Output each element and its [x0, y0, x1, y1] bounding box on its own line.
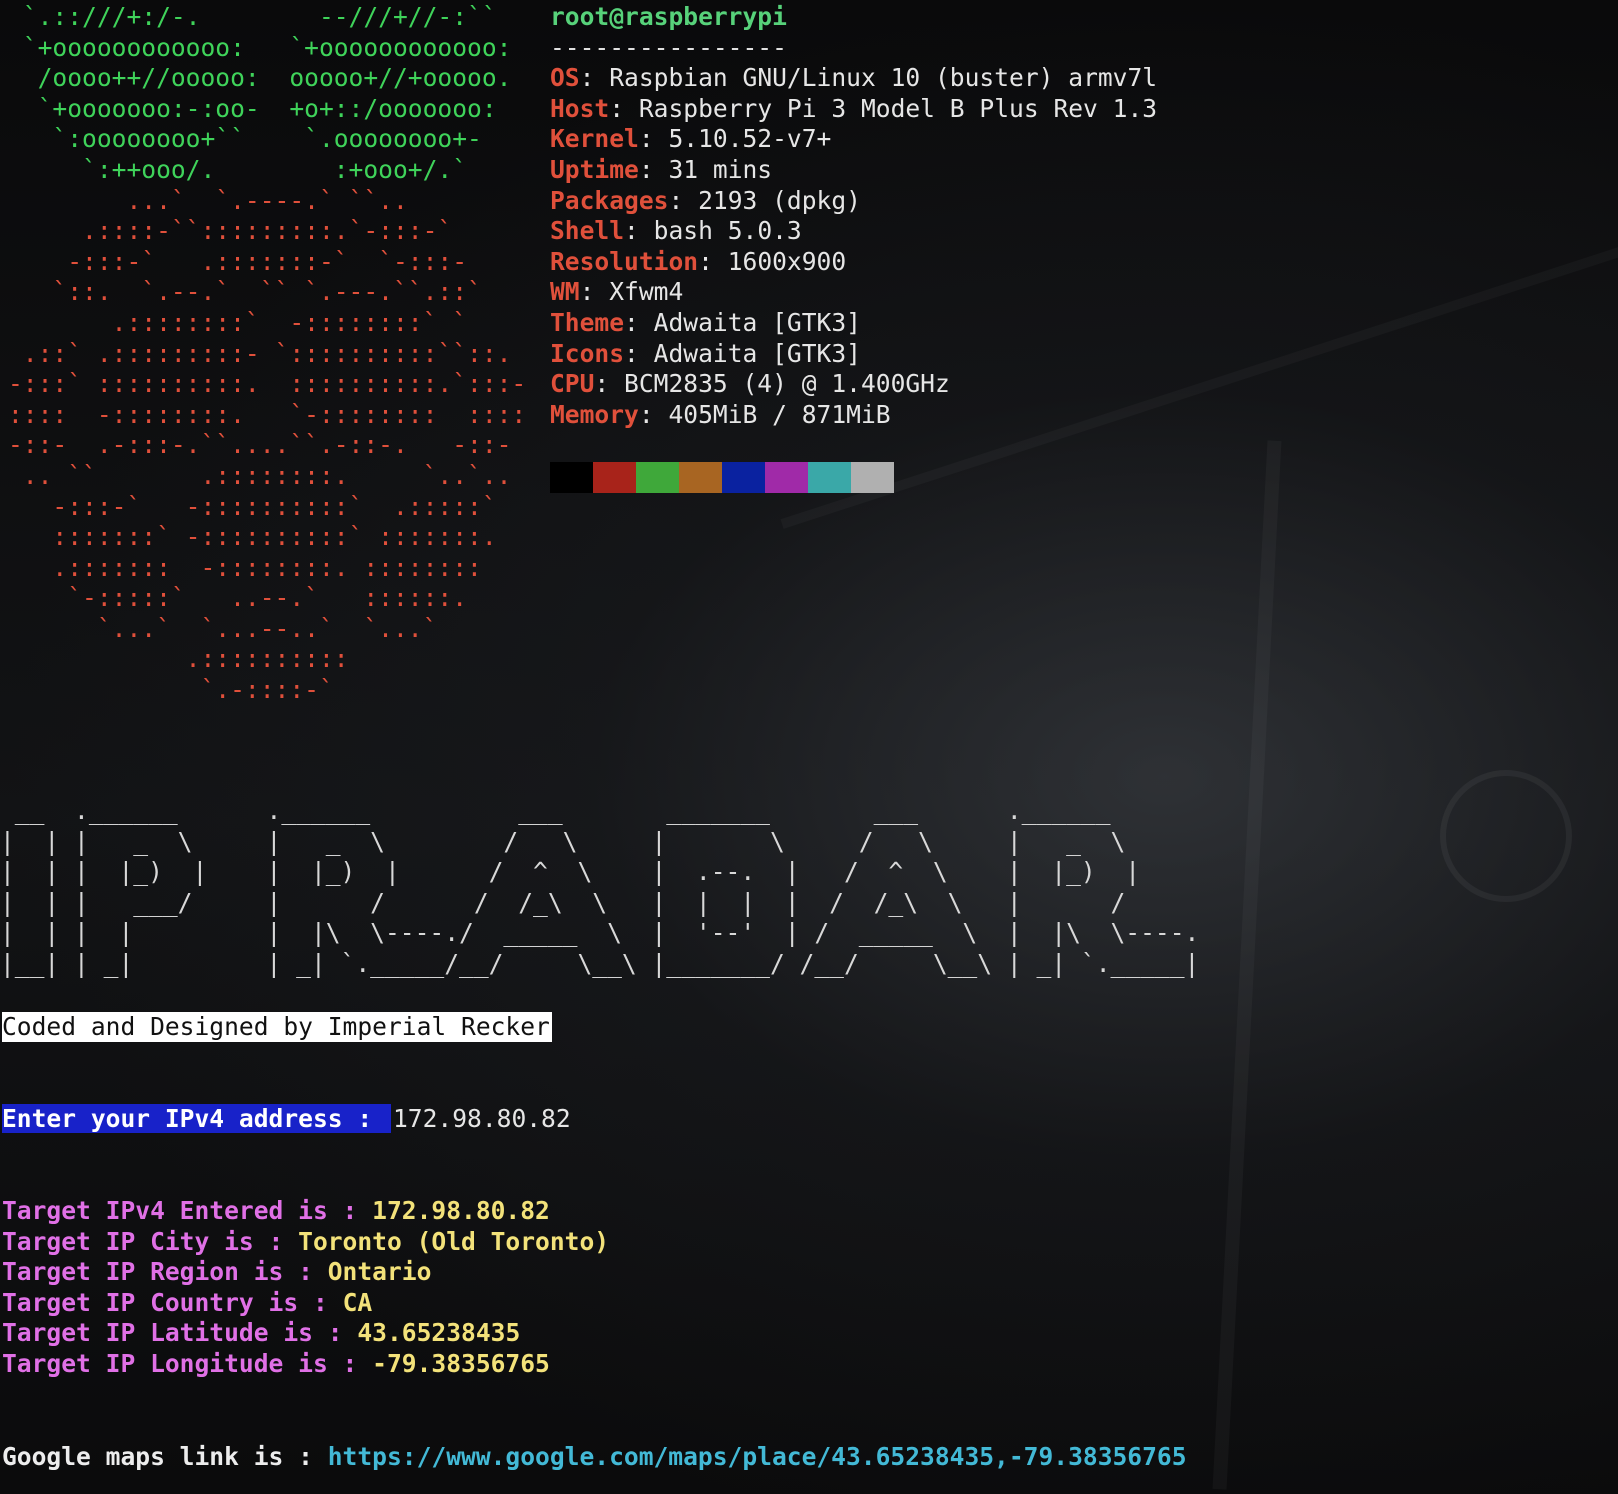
info-key: OS — [550, 63, 580, 93]
result-label: Target IP Country is : — [2, 1287, 343, 1317]
info-row-icons: Icons: Adwaita [GTK3] — [550, 339, 1157, 370]
info-value: Raspbian GNU/Linux 10 (buster) armv7l — [609, 63, 1158, 93]
info-row-uptime: Uptime: 31 mins — [550, 155, 1157, 186]
info-colon: : — [579, 63, 610, 93]
raspberry-logo-berry: ...` `.----.` ``.. .::::-``:::::::::.`-:… — [8, 185, 527, 705]
info-row-cpu: CPU: BCM2835 (4) @ 1.400GHz — [550, 369, 1157, 400]
info-value: 2193 (dpkg) — [698, 185, 861, 215]
result-label: Target IP Region is : — [2, 1257, 328, 1287]
result-row: Target IP Region is : Ontario — [2, 1257, 609, 1288]
info-key: Kernel — [550, 124, 639, 154]
google-maps-label: Google maps link is : — [2, 1442, 328, 1471]
terminal-window: `.::///+:/-. --///+//-:`` `+oooooooooooo… — [0, 0, 1618, 1494]
info-colon: : — [609, 93, 639, 123]
palette-swatch — [550, 462, 593, 493]
info-row-shell: Shell: bash 5.0.3 — [550, 216, 1157, 247]
info-value: Xfwm4 — [609, 277, 684, 307]
info-colon: : — [668, 185, 699, 215]
info-row-resolution: Resolution: 1600x900 — [550, 247, 1157, 278]
palette-swatch — [808, 462, 851, 493]
ipv4-input[interactable] — [392, 1104, 753, 1133]
palette-swatch — [722, 462, 765, 493]
info-value: Adwaita [GTK3] — [653, 338, 861, 368]
result-row: Target IP Country is : CA — [2, 1288, 609, 1319]
user-host: root@raspberrypi — [550, 2, 787, 31]
info-colon: : — [698, 246, 728, 276]
info-row-packages: Packages: 2193 (dpkg) — [550, 186, 1157, 217]
result-label: Target IP Latitude is : — [2, 1318, 358, 1348]
result-label: Target IP City is : — [2, 1226, 299, 1256]
info-key: Uptime — [550, 154, 639, 184]
info-row-os: OS: Raspbian GNU/Linux 10 (buster) armv7… — [550, 63, 1157, 94]
ipv4-prompt: Enter your IPv4 address : — [2, 1104, 753, 1134]
info-value: 1600x900 — [727, 246, 847, 276]
result-label: Target IPv4 Entered is : — [2, 1196, 373, 1225]
palette-swatch — [765, 462, 808, 493]
info-value: 5.10.52-v7+ — [668, 124, 832, 154]
google-maps-line: Google maps link is : https://www.google… — [2, 1442, 1187, 1472]
info-key: Memory — [550, 399, 639, 429]
ip-radar-banner: __ .______ .______ ___ _______ ___ .____… — [0, 796, 1200, 978]
result-value: Toronto (Old Toronto) — [298, 1226, 610, 1256]
color-palette — [550, 462, 894, 493]
info-colon: : — [624, 307, 654, 337]
raspberry-logo-leaves: `.::///+:/-. --///+//-:`` `+oooooooooooo… — [22, 2, 512, 184]
background-wallpaper-ring — [1440, 770, 1572, 902]
google-maps-link[interactable]: https://www.google.com/maps/place/43.652… — [328, 1442, 1187, 1471]
info-value: BCM2835 (4) @ 1.400GHz — [624, 369, 950, 399]
result-value: 172.98.80.82 — [372, 1196, 550, 1225]
palette-swatch — [679, 462, 722, 493]
info-row-host: Host: Raspberry Pi 3 Model B Plus Rev 1.… — [550, 94, 1157, 125]
palette-swatch — [593, 462, 636, 493]
system-info-panel: root@raspberrypi ---------------- OS: Ra… — [550, 2, 1157, 430]
result-value: CA — [342, 1287, 373, 1317]
result-row: Target IP Latitude is : 43.65238435 — [2, 1318, 609, 1349]
info-row-memory: Memory: 405MiB / 871MiB — [550, 400, 1157, 431]
info-value: Adwaita [GTK3] — [653, 307, 861, 337]
info-key: CPU — [550, 369, 595, 399]
info-key: Shell — [550, 216, 625, 246]
info-colon: : — [594, 369, 625, 399]
palette-swatch — [636, 462, 679, 493]
result-value: Ontario — [327, 1257, 432, 1287]
info-value: Raspberry Pi 3 Model B Plus Rev 1.3 — [638, 93, 1158, 123]
info-row-kernel: Kernel: 5.10.52-v7+ — [550, 124, 1157, 155]
info-key: Packages — [550, 185, 669, 215]
background-wallpaper-beam — [1213, 440, 1282, 1489]
result-row: Target IP City is : Toronto (Old Toronto… — [2, 1227, 609, 1258]
ipv4-prompt-label: Enter your IPv4 address : — [2, 1104, 391, 1133]
result-value: 43.65238435 — [357, 1318, 521, 1348]
info-colon: : — [638, 154, 669, 184]
info-key: WM — [550, 277, 580, 307]
info-separator: ---------------- — [550, 32, 787, 62]
info-value: 405MiB / 871MiB — [668, 399, 891, 429]
info-key: Resolution — [550, 246, 699, 276]
info-field-list: OS: Raspbian GNU/Linux 10 (buster) armv7… — [550, 63, 1157, 430]
palette-swatch — [851, 462, 894, 493]
info-key: Theme — [550, 307, 625, 337]
info-row-theme: Theme: Adwaita [GTK3] — [550, 308, 1157, 339]
info-colon: : — [579, 277, 610, 307]
info-colon: : — [638, 399, 669, 429]
result-value: -79.38356765 — [372, 1348, 550, 1378]
result-row: Target IP Longitude is : -79.38356765 — [2, 1349, 609, 1380]
info-colon: : — [624, 338, 654, 368]
credit-line: Coded and Designed by Imperial Recker — [2, 1012, 552, 1042]
info-colon: : — [638, 124, 669, 154]
result-row: Target IPv4 Entered is : 172.98.80.82 — [2, 1196, 609, 1227]
info-row-wm: WM: Xfwm4 — [550, 277, 1157, 308]
info-key: Host — [550, 93, 610, 123]
lookup-results: Target IPv4 Entered is : 172.98.80.82 Tar… — [2, 1196, 609, 1380]
info-value: bash 5.0.3 — [653, 216, 802, 246]
result-label: Target IP Longitude is : — [2, 1348, 373, 1378]
info-colon: : — [624, 216, 654, 246]
info-value: 31 mins — [668, 154, 773, 184]
raspberry-logo-ascii: `.::///+:/-. --///+//-:`` `+oooooooooooo… — [8, 2, 526, 706]
info-key: Icons — [550, 338, 625, 368]
